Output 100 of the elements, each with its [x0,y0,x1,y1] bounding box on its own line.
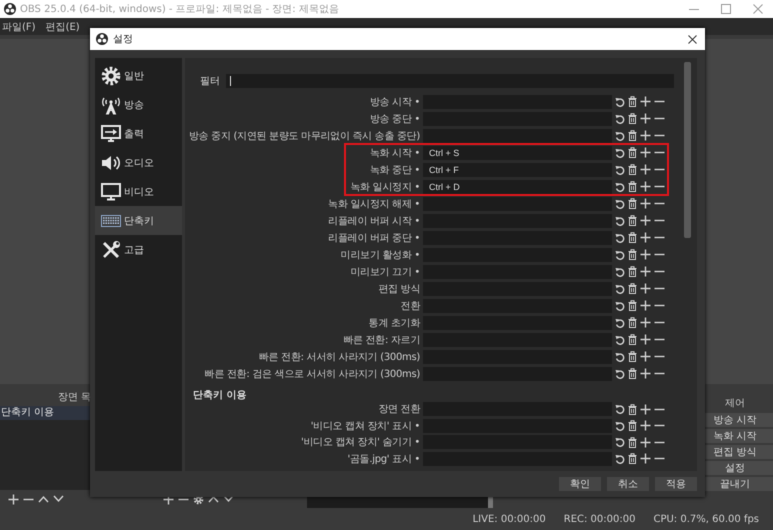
plus-icon[interactable] [640,232,651,243]
plus-icon[interactable] [640,420,651,432]
speaker-icon [101,154,121,170]
plus-icon[interactable] [640,215,651,226]
hotkey-label: 녹화 일시정지 해제 • [327,198,420,210]
scrollbar-thumb[interactable] [684,62,691,238]
trash-icon[interactable] [628,334,637,345]
plus-icon[interactable] [640,351,651,362]
plus-icon[interactable] [640,334,651,345]
filter-field[interactable] [226,74,674,88]
trash-icon[interactable] [628,266,637,277]
hotkey-label: 빠른 전환: 서서히 사라지기 (300ms) [258,350,420,364]
add-icon[interactable] [8,494,19,504]
sidebar-item[interactable]: 방송 [124,98,144,112]
plus-icon[interactable] [640,164,651,175]
undo-icon[interactable] [615,437,625,448]
hotkey-label: 녹화 일시정지 • [349,180,420,194]
caret-up-icon[interactable] [38,495,49,503]
plus-icon[interactable] [640,266,651,277]
settings-icon [101,66,121,86]
logo-icon [4,3,16,15]
caret-down-icon[interactable] [53,495,64,503]
plus-icon[interactable] [640,181,651,192]
trash-icon[interactable] [628,453,637,464]
hotkey-label: '곰돌.jpg' 표시 • [346,452,420,466]
trash-icon[interactable] [628,300,637,311]
trash-icon[interactable] [628,436,637,448]
plus-icon[interactable] [640,436,651,448]
trash-icon[interactable] [628,283,637,294]
logo-icon [96,33,108,45]
trash-icon[interactable] [628,96,637,107]
tools-icon [101,240,121,260]
dialog-button[interactable]: 적용 [655,477,697,491]
window-title: OBS 25.0.4 (64-bit, windows) - 프로파일: 제목없음 - 장면: 제목없음 [20,3,340,16]
trash-icon[interactable] [628,368,637,379]
hotkey-label: '비디오 캡쳐 장치' 숨기기 • [300,436,420,450]
hotkey-label: '비디오 캡쳐 장치' 표시 • [310,420,420,433]
undo-icon[interactable] [615,404,625,414]
trash-icon[interactable] [628,130,637,141]
caret-up-icon[interactable] [208,495,219,503]
dialog-button[interactable]: 취소 [607,477,649,491]
trash-icon[interactable] [628,351,637,362]
hotkey-field[interactable]: Ctrl + F [423,162,612,176]
hotkey-label: 편집 방식 [377,282,420,296]
plus-icon[interactable] [640,249,651,260]
hotkey-field[interactable]: Ctrl + S [423,146,612,160]
sidebar-item[interactable]: 오디오 [124,156,154,170]
dialog-title: 설정 [113,33,134,46]
plus-icon[interactable] [640,198,651,209]
sidebar-item[interactable]: 고급 [124,242,144,256]
trash-icon[interactable] [628,317,637,328]
hotkey-field[interactable] [423,128,612,142]
plus-icon[interactable] [640,404,651,415]
trash-icon[interactable] [628,420,637,432]
cpu-status: CPU: 0.7%, 60.00 fps [653,514,759,524]
live-status: LIVE: 00:00:00 [472,514,546,524]
sidebar-item[interactable]: 단축키 [124,214,154,228]
trash-icon[interactable] [628,215,637,226]
hotkey-label: 미리보기 끄기 • [349,266,420,278]
hotkey-label: 빠른 전환: 검은 색으로 서서히 사라지기 (300ms) [204,368,420,380]
hotkey-field[interactable]: Ctrl + D [423,180,612,194]
section-heading: 단축키 이용 [192,389,248,401]
sidebar-item[interactable]: 출력 [124,126,144,140]
plus-icon[interactable] [640,453,651,464]
filter-label: 필터 [200,75,220,88]
sidebar-item[interactable]: 일반 [124,68,144,82]
hotkey-label: 장면 전환 [377,403,420,416]
dock-title: 장면 목 [57,391,92,405]
menu-item[interactable]: 편집(E) [46,20,80,34]
close-icon[interactable] [688,34,697,44]
plus-icon[interactable] [640,96,651,107]
hotkey-label: 방송 시작 • [368,96,420,108]
plus-icon[interactable] [640,147,651,158]
plus-icon[interactable] [640,283,651,294]
plus-icon[interactable] [640,113,651,124]
menu-item[interactable]: 파일(F) [2,20,36,34]
trash-icon[interactable] [628,181,637,192]
trash-icon[interactable] [628,249,637,260]
plus-icon[interactable] [640,130,651,141]
sidebar-item[interactable]: 비디오 [124,184,154,198]
hotkey-label: 빠른 전환: 자르기 [342,334,420,346]
undo-icon[interactable] [615,454,625,464]
plus-icon[interactable] [640,368,651,379]
trash-icon[interactable] [628,147,637,158]
trash-icon[interactable] [628,198,637,209]
plus-icon[interactable] [640,300,651,311]
caret-down-icon[interactable] [223,495,234,503]
maximize-icon[interactable] [721,4,731,14]
hotkey-label: 전환 [400,300,420,312]
trash-icon[interactable] [628,404,637,415]
hotkey-label: 리플레이 버퍼 중단 • [327,232,420,244]
trash-icon[interactable] [628,113,637,124]
hotkey-field[interactable] [423,196,612,210]
hotkey-label: 방송 중단 • [368,112,420,126]
plus-icon[interactable] [640,317,651,328]
dialog-button[interactable]: 확인 [559,477,601,491]
trash-icon[interactable] [628,164,637,175]
trash-icon[interactable] [628,232,637,243]
undo-icon[interactable] [615,420,625,431]
monitor-arrow-icon [101,124,121,142]
